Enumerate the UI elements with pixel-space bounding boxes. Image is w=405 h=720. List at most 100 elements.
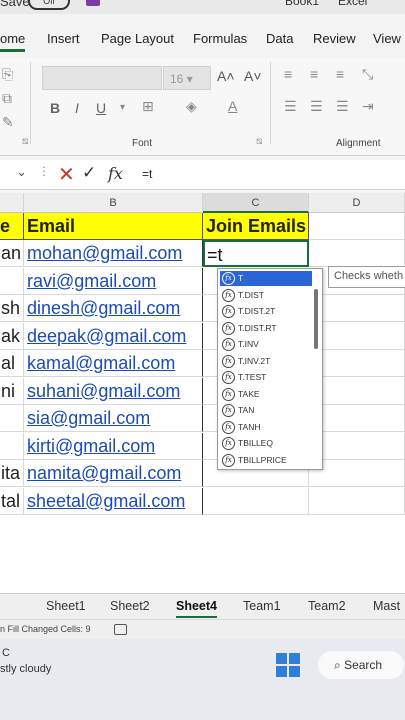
enter-check-icon[interactable]: ✓: [82, 163, 96, 183]
tab-data[interactable]: Data: [266, 31, 293, 46]
weather-desc[interactable]: stly cloudy: [0, 663, 51, 675]
name-cell[interactable]: ita: [0, 460, 24, 487]
sheet-tab-mast[interactable]: Mast: [373, 599, 400, 613]
tab-review[interactable]: Review: [313, 31, 356, 46]
column-header-b[interactable]: B: [24, 193, 203, 213]
autocomplete-item[interactable]: fx TAKE: [220, 387, 312, 402]
email-cell[interactable]: kamal@gmail.com: [24, 350, 203, 377]
empty-cell[interactable]: [309, 213, 405, 240]
name-cell[interactable]: ak: [0, 322, 24, 350]
autocomplete-item[interactable]: fx TBILLPRICE: [220, 453, 312, 468]
name-box-dropdown-icon[interactable]: ⌄: [16, 164, 27, 180]
name-cell[interactable]: ni: [0, 377, 24, 405]
tab-page-layout[interactable]: Page Layout: [101, 31, 174, 46]
decrease-font-icon[interactable]: A˅: [244, 68, 262, 84]
empty-cell[interactable]: [309, 295, 405, 322]
taskbar-search-button[interactable]: ⌕ Search: [318, 651, 404, 679]
align-center-icon[interactable]: ☰: [310, 98, 323, 115]
autocomplete-item[interactable]: fx TAN: [220, 403, 312, 418]
sheet-tab-team1[interactable]: Team1: [243, 599, 281, 613]
empty-cell[interactable]: [309, 350, 405, 377]
header-cell-join-emails[interactable]: Join Emails: [203, 213, 309, 240]
name-cell[interactable]: [0, 432, 24, 460]
save-file-icon[interactable]: [86, 0, 100, 6]
autocomplete-item[interactable]: fx TBILLEQ: [220, 436, 312, 451]
join-cell[interactable]: [203, 487, 309, 515]
email-cell[interactable]: ravi@gmail.com: [24, 267, 203, 295]
empty-cell[interactable]: [309, 240, 405, 267]
empty-cell[interactable]: [309, 322, 405, 350]
clipboard-launcher-icon[interactable]: ⧅: [22, 136, 28, 147]
underline-dropdown-icon[interactable]: ▾: [120, 102, 125, 113]
empty-cell[interactable]: [309, 405, 405, 432]
format-painter-icon[interactable]: ✎: [2, 114, 14, 131]
autocomplete-item[interactable]: fx T.TEST: [220, 370, 312, 385]
tab-home[interactable]: ome: [0, 31, 26, 52]
name-cell[interactable]: [0, 267, 24, 295]
align-right-icon[interactable]: ☰: [336, 98, 349, 115]
name-cell[interactable]: [0, 405, 24, 432]
name-cell[interactable]: tal: [0, 487, 24, 515]
cancel-icon[interactable]: ✕: [58, 162, 75, 187]
borders-icon[interactable]: ⊞: [142, 98, 154, 115]
sheet-tab-sheet2[interactable]: Sheet2: [110, 599, 150, 613]
increase-font-icon[interactable]: A˄: [217, 68, 235, 84]
column-header-d[interactable]: D: [309, 193, 405, 213]
tab-view[interactable]: View: [373, 31, 401, 46]
email-cell[interactable]: sia@gmail.com: [24, 405, 203, 432]
header-cell-name[interactable]: e: [0, 213, 24, 240]
autocomplete-item[interactable]: fx T.INV.2T: [220, 354, 312, 369]
tab-formulas[interactable]: Formulas: [193, 31, 247, 46]
function-autocomplete-list[interactable]: fx Tfx T.DIST fx T.DIST.2T fx T.DIST.RT fx T.INV…: [217, 268, 323, 470]
autocomplete-item[interactable]: fx T.DIST.RT: [220, 321, 312, 336]
weather-temp[interactable]: C: [2, 647, 10, 659]
sheet-tab-sheet1[interactable]: Sheet1: [46, 599, 86, 613]
font-size-select[interactable]: 16 ▾: [163, 66, 211, 90]
name-cell[interactable]: al: [0, 350, 24, 377]
align-left-icon[interactable]: ☰: [284, 98, 297, 115]
indent-icon[interactable]: ⇥: [362, 98, 374, 115]
email-cell[interactable]: mohan@gmail.com: [24, 240, 203, 267]
autocomplete-item[interactable]: fx T: [220, 271, 312, 286]
email-cell[interactable]: sheetal@gmail.com: [24, 487, 203, 515]
tab-insert[interactable]: Insert: [47, 31, 80, 46]
email-cell[interactable]: dinesh@gmail.com: [24, 295, 203, 322]
autocomplete-scrollbar[interactable]: [314, 289, 318, 349]
name-cell[interactable]: an: [0, 240, 24, 267]
accessibility-icon[interactable]: [114, 624, 127, 635]
autocomplete-item[interactable]: fx T.INV: [220, 337, 312, 352]
underline-icon[interactable]: U: [96, 100, 106, 116]
fill-color-icon[interactable]: ◈: [186, 98, 197, 115]
formula-input[interactable]: =t: [142, 167, 152, 181]
autocomplete-item[interactable]: fx T.DIST: [220, 288, 312, 303]
orientation-icon[interactable]: ⤡: [362, 66, 373, 83]
autocomplete-item[interactable]: fx TANH: [220, 420, 312, 435]
active-cell[interactable]: =t: [203, 240, 309, 267]
empty-cell[interactable]: [309, 487, 405, 515]
insert-function-icon[interactable]: fx: [108, 164, 123, 183]
align-bottom-icon[interactable]: ≡: [336, 66, 344, 82]
sheet-tab-sheet4[interactable]: Sheet4: [176, 599, 217, 618]
font-launcher-icon[interactable]: ⧅: [256, 136, 262, 147]
clipboard-icon[interactable]: ⎘: [2, 66, 13, 83]
empty-cell[interactable]: [309, 432, 405, 460]
font-color-icon[interactable]: A: [228, 98, 237, 114]
email-cell[interactable]: suhani@gmail.com: [24, 377, 203, 405]
empty-cell[interactable]: [309, 377, 405, 405]
name-cell[interactable]: sh: [0, 295, 24, 322]
align-middle-icon[interactable]: ≡: [310, 66, 318, 82]
column-header-c[interactable]: C: [203, 193, 309, 213]
email-cell[interactable]: deepak@gmail.com: [24, 322, 203, 350]
sheet-tab-team2[interactable]: Team2: [308, 599, 346, 613]
header-cell-email[interactable]: Email: [24, 213, 203, 240]
font-family-select[interactable]: [42, 66, 162, 90]
autocomplete-item[interactable]: fx T.DIST.2T: [220, 304, 312, 319]
windows-start-icon[interactable]: [276, 653, 300, 677]
italic-icon[interactable]: I: [75, 100, 79, 116]
email-cell[interactable]: kirti@gmail.com: [24, 432, 203, 460]
bold-icon[interactable]: B: [50, 100, 60, 116]
autosave-toggle[interactable]: Off: [28, 0, 70, 10]
align-top-icon[interactable]: ≡: [284, 66, 292, 82]
copy-icon[interactable]: ⧉: [2, 90, 12, 107]
column-header-a[interactable]: [0, 193, 24, 213]
